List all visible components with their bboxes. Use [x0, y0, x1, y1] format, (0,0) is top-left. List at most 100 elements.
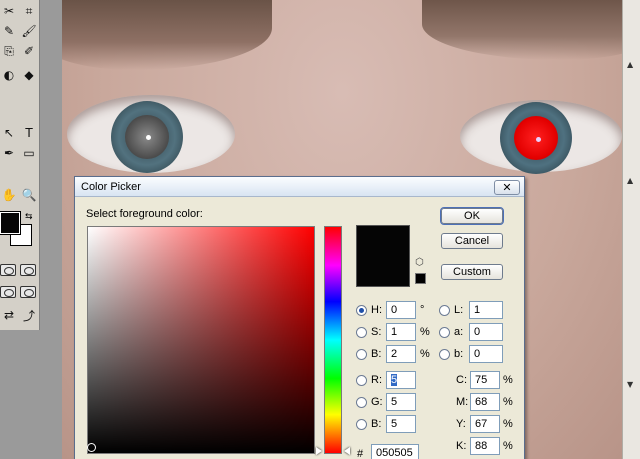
paint-bucket-icon[interactable]: ◆ — [20, 66, 38, 84]
close-icon: ✕ — [502, 181, 512, 194]
lab-a-label: a: — [454, 326, 464, 338]
saturation-label: S: — [371, 326, 382, 338]
red-value: 5 — [391, 374, 398, 386]
crop-icon[interactable]: ⌗ — [20, 2, 38, 20]
out-of-gamut-cube-icon[interactable]: ⬡ — [415, 257, 424, 268]
green-label: G: — [371, 396, 383, 408]
lab-a-radio[interactable] — [439, 326, 450, 338]
scroll-up-icon[interactable]: ▲ — [627, 60, 633, 69]
magenta-label: M: — [456, 396, 469, 408]
magenta-unit: % — [503, 396, 513, 408]
saturation-radio[interactable] — [356, 326, 367, 338]
close-button[interactable]: ✕ — [494, 180, 520, 195]
lab-l-radio[interactable] — [439, 304, 450, 316]
brush-icon[interactable]: 🖌 — [20, 22, 38, 40]
websafe-color-swatch[interactable] — [415, 273, 426, 284]
zoom-icon[interactable]: 🔍 — [20, 186, 38, 204]
brightness-label: B: — [371, 348, 382, 360]
stamp-icon[interactable]: ⎘ — [0, 42, 18, 60]
lab-l-input[interactable]: 1 — [469, 301, 503, 319]
yellow-input[interactable]: 67 — [470, 415, 500, 433]
rectangle-shape-icon[interactable]: ▭ — [20, 144, 38, 162]
scroll-down-icon[interactable]: ▼ — [627, 380, 633, 389]
brightness-radio[interactable] — [356, 348, 367, 360]
eraser-icon[interactable]: ◐ — [0, 66, 18, 84]
color-field[interactable] — [87, 226, 315, 454]
ok-button[interactable]: OK — [440, 207, 504, 225]
lab-a-input[interactable]: 0 — [469, 323, 503, 341]
saturation-input[interactable]: 1 — [386, 323, 416, 341]
cyan-label: C: — [456, 374, 467, 386]
color-picker-dialog: Color Picker ✕ Select foreground color: … — [74, 176, 525, 459]
jump-icon[interactable]: ⤴ — [20, 306, 38, 324]
color-preview — [356, 225, 410, 287]
foreground-color-swatch[interactable] — [0, 211, 21, 235]
lab-a-row: a: — [439, 323, 463, 341]
brightness-input[interactable]: 2 — [386, 345, 416, 363]
imageready-icon[interactable]: ⇄ — [0, 306, 18, 324]
type-tool-icon[interactable]: T — [20, 124, 38, 142]
lab-b-radio[interactable] — [439, 348, 450, 360]
left-iris — [111, 101, 183, 173]
hue-slider-right-arrow-icon[interactable] — [344, 447, 350, 455]
hue-slider-left-arrow-icon[interactable] — [316, 447, 322, 455]
blue-row: B: — [356, 415, 381, 433]
hue-radio[interactable] — [356, 304, 367, 316]
custom-button[interactable]: Custom — [441, 264, 503, 280]
pen-icon[interactable]: ✒ — [0, 144, 18, 162]
black-input[interactable]: 88 — [470, 437, 500, 455]
green-row: G: — [356, 393, 383, 411]
hue-input[interactable]: 0 — [386, 301, 416, 319]
quick-mask-icon[interactable] — [20, 264, 36, 276]
dialog-title: Color Picker — [81, 180, 141, 193]
screen-mode-icon[interactable] — [0, 286, 16, 298]
history-brush-icon[interactable]: ✐ — [20, 42, 38, 60]
hue-slider[interactable] — [324, 226, 342, 454]
brightness-unit: % — [420, 348, 430, 360]
cyan-input[interactable]: 75 — [470, 371, 500, 389]
hue-label: H: — [371, 304, 382, 316]
red-input[interactable]: 5 — [386, 371, 416, 389]
fullscreen-mode-icon[interactable] — [20, 286, 36, 298]
left-glint — [146, 135, 151, 140]
red-label: R: — [371, 374, 382, 386]
right-pupil-red — [514, 116, 558, 160]
blue-radio[interactable] — [356, 418, 367, 430]
new-color-swatch — [357, 226, 409, 256]
left-eye — [67, 95, 235, 173]
prompt-label: Select foreground color: — [86, 208, 203, 220]
right-iris — [500, 102, 572, 174]
right-eye — [460, 100, 622, 174]
red-row: R: — [356, 371, 382, 389]
swap-colors-icon[interactable]: ⇆ — [25, 212, 33, 222]
toolbox: ✂ ⌗ ✎ 🖌 ⎘ ✐ ◐ ◆ ↖ T ✒ ▭ ✋ 🔍 ⇆ ⇄ ⤴ — [0, 0, 40, 330]
pencil-icon[interactable]: ✎ — [0, 22, 18, 40]
saturation-row: S: — [356, 323, 381, 341]
blue-input[interactable]: 5 — [386, 415, 416, 433]
saturation-unit: % — [420, 326, 430, 338]
green-radio[interactable] — [356, 396, 367, 408]
hex-label: # — [357, 448, 364, 459]
magenta-input[interactable]: 68 — [470, 393, 500, 411]
path-selection-icon[interactable]: ↖ — [0, 124, 18, 142]
yellow-label: Y: — [456, 418, 466, 430]
right-eyebrow — [422, 0, 622, 60]
color-field-cursor[interactable] — [87, 443, 96, 452]
slice-icon[interactable]: ✂ — [0, 2, 18, 20]
hex-input[interactable]: 050505 — [371, 444, 419, 459]
green-input[interactable]: 5 — [386, 393, 416, 411]
standard-mode-icon[interactable] — [0, 264, 16, 276]
lab-l-label: L: — [454, 304, 464, 316]
lab-b-input[interactable]: 0 — [469, 345, 503, 363]
right-glint — [536, 137, 541, 142]
cancel-button[interactable]: Cancel — [441, 233, 503, 249]
black-label: K: — [456, 440, 467, 452]
hand-icon[interactable]: ✋ — [0, 186, 18, 204]
vertical-scrollbar[interactable]: ▲ ▲ ▼ — [622, 0, 640, 459]
hue-unit: ° — [420, 304, 425, 316]
red-radio[interactable] — [356, 374, 367, 386]
left-pupil — [125, 115, 169, 159]
dialog-titlebar[interactable]: Color Picker — [75, 177, 524, 197]
current-color-swatch[interactable] — [357, 256, 409, 286]
brightness-row: B: — [356, 345, 381, 363]
